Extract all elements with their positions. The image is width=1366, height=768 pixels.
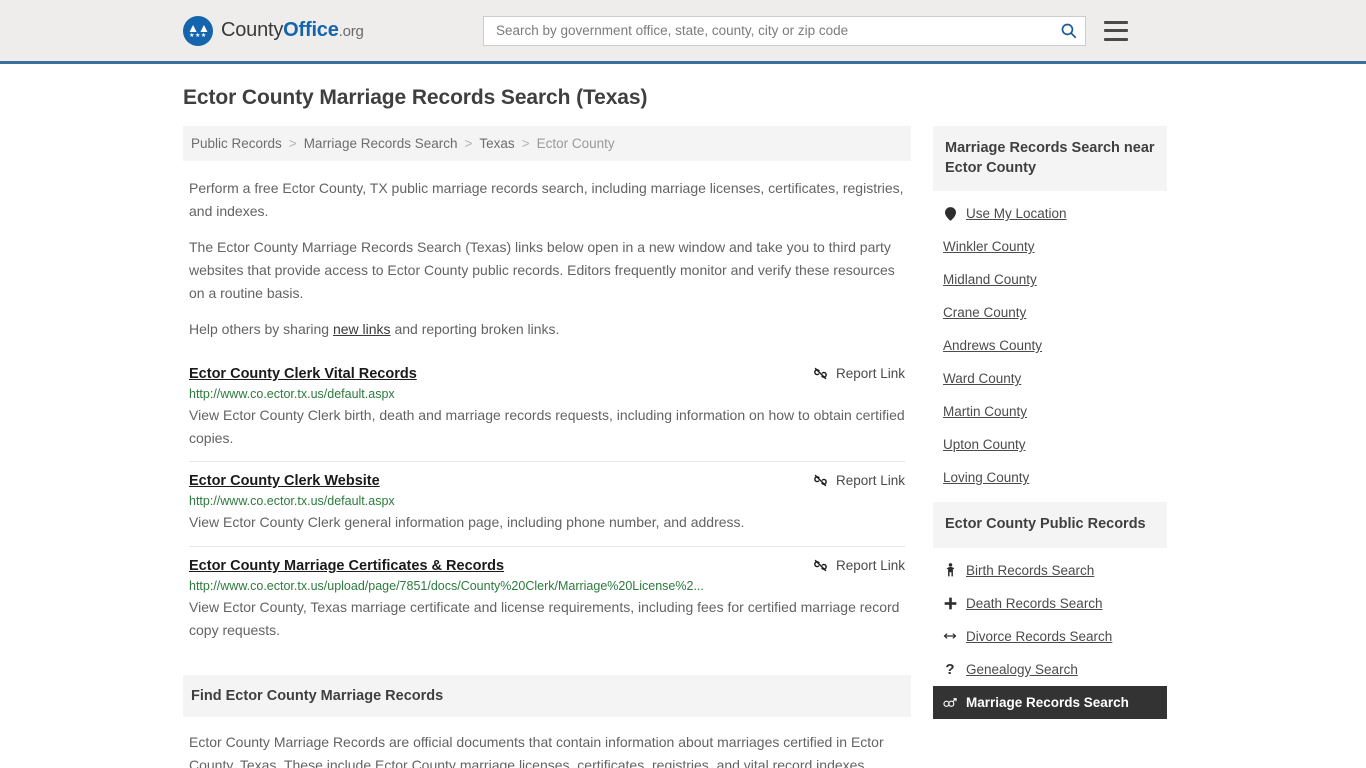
- sidebar-item-birth-records-search[interactable]: Birth Records Search: [933, 554, 1167, 587]
- sidebar-link-label[interactable]: Marriage Records Search: [966, 695, 1129, 710]
- brand-part-office: Office: [283, 19, 339, 41]
- breadcrumb-separator: >: [464, 136, 473, 151]
- sidebar-link-label[interactable]: Loving County: [943, 470, 1029, 485]
- sidebar-link-label[interactable]: Martin County: [943, 404, 1027, 419]
- share-text-after: and reporting broken links.: [390, 321, 560, 338]
- search-icon[interactable]: [1059, 22, 1077, 40]
- question-mark-icon: ?: [945, 660, 955, 678]
- site-header: ▲▲ ★★★ CountyOffice.org: [0, 0, 1366, 64]
- hamburger-bar: [1104, 20, 1128, 24]
- page-title: Ector County Marriage Records Search (Te…: [183, 86, 648, 109]
- main-content: Public Records > Marriage Records Search…: [183, 126, 911, 768]
- breadcrumb-item-ector-county: Ector County: [536, 136, 615, 151]
- report-link-label: Report Link: [835, 558, 905, 574]
- breadcrumb-item-public-records[interactable]: Public Records: [191, 136, 282, 151]
- listing-title-link[interactable]: Ector County Clerk Website: [189, 473, 380, 489]
- breadcrumb-item-marriage-records-search[interactable]: Marriage Records Search: [304, 136, 458, 151]
- broken-link-icon: [813, 366, 828, 381]
- page-container: Ector County Marriage Records Search (Te…: [183, 64, 1183, 768]
- sidebar-item-loving-county[interactable]: Loving County: [933, 461, 1167, 494]
- sidebar-link-label[interactable]: Birth Records Search: [966, 563, 1094, 578]
- listing-url: http://www.co.ector.tx.us/upload/page/78…: [189, 579, 704, 594]
- search-box[interactable]: [483, 15, 1086, 46]
- sidebar-item-use-my-location[interactable]: Use My Location: [933, 197, 1167, 230]
- report-link-button[interactable]: Report Link: [813, 558, 905, 573]
- new-links-link[interactable]: new links: [333, 321, 391, 337]
- sidebar-item-genealogy-search[interactable]: ? Genealogy Search: [933, 653, 1167, 686]
- sidebar-item-crane-county[interactable]: Crane County: [933, 296, 1167, 329]
- breadcrumb: Public Records > Marriage Records Search…: [183, 126, 911, 161]
- broken-link-icon: [813, 558, 828, 573]
- listing-title-link[interactable]: Ector County Clerk Vital Records: [189, 366, 417, 382]
- intro-text: Perform a free Ector County, TX public m…: [183, 177, 911, 341]
- find-records-heading: Find Ector County Marriage Records: [183, 675, 911, 718]
- listing-description: View Ector County, Texas marriage certif…: [189, 599, 900, 638]
- sidebar-link-label[interactable]: Andrews County: [943, 338, 1042, 353]
- sidebar: Marriage Records Search near Ector Count…: [933, 126, 1167, 727]
- breadcrumb-separator: >: [521, 136, 530, 151]
- breadcrumb-separator: >: [288, 136, 297, 151]
- report-link-button[interactable]: Report Link: [813, 366, 905, 381]
- sidebar-block-public-records: Ector County Public Records Birth Record…: [933, 502, 1167, 719]
- brand-part-county: County: [221, 19, 284, 41]
- sidebar-heading-nearby: Marriage Records Search near Ector Count…: [933, 126, 1167, 192]
- report-link-label: Report Link: [835, 366, 905, 382]
- sidebar-item-ward-county[interactable]: Ward County: [933, 362, 1167, 395]
- sidebar-item-death-records-search[interactable]: Death Records Search: [933, 587, 1167, 620]
- hamburger-menu-icon[interactable]: [1104, 20, 1128, 41]
- listing-item: Ector County Clerk Vital Records Report …: [189, 355, 905, 463]
- sidebar-item-divorce-records-search[interactable]: Divorce Records Search: [933, 620, 1167, 653]
- listing-description: View Ector County Clerk general informat…: [189, 514, 745, 531]
- listing-description: View Ector County Clerk birth, death and…: [189, 407, 905, 446]
- search-input[interactable]: [494, 22, 1059, 39]
- sidebar-item-upton-county[interactable]: Upton County: [933, 428, 1167, 461]
- arrows-split-icon: [943, 629, 957, 644]
- listings-container: Ector County Clerk Vital Records Report …: [183, 355, 911, 653]
- sidebar-link-label[interactable]: Midland County: [943, 272, 1037, 287]
- listing-url: http://www.co.ector.tx.us/default.aspx: [189, 494, 395, 509]
- sidebar-item-winkler-county[interactable]: Winkler County: [933, 230, 1167, 263]
- broken-link-icon: [813, 473, 828, 488]
- sidebar-link-label[interactable]: Genealogy Search: [966, 662, 1078, 677]
- listing-item: Ector County Clerk Website Report Link h…: [189, 462, 905, 548]
- find-records-body: Ector County Marriage Records are offici…: [189, 734, 884, 768]
- sidebar-link-label[interactable]: Death Records Search: [966, 596, 1103, 611]
- header-search-area: [483, 15, 1128, 46]
- sidebar-item-andrews-county[interactable]: Andrews County: [933, 329, 1167, 362]
- sidebar-item-marriage-records-search[interactable]: Marriage Records Search: [933, 685, 1167, 719]
- baby-icon: [943, 563, 957, 578]
- sidebar-link-label[interactable]: Divorce Records Search: [966, 629, 1112, 644]
- hamburger-bar: [1104, 37, 1128, 41]
- sidebar-heading-public-records: Ector County Public Records: [933, 502, 1167, 548]
- site-logo[interactable]: ▲▲ ★★★ CountyOffice.org: [183, 15, 364, 46]
- sidebar-link-label[interactable]: Upton County: [943, 437, 1026, 452]
- report-link-button[interactable]: Report Link: [813, 473, 905, 488]
- sidebar-link-label[interactable]: Ward County: [943, 371, 1021, 386]
- sidebar-link-label[interactable]: Crane County: [943, 305, 1026, 320]
- report-link-label: Report Link: [835, 473, 905, 489]
- sidebar-link-label[interactable]: Use My Location: [966, 206, 1067, 221]
- brand-part-org: .org: [338, 23, 364, 40]
- map-pin-icon: [943, 206, 957, 221]
- intro-paragraph-1: Perform a free Ector County, TX public m…: [189, 180, 904, 219]
- listing-url: http://www.co.ector.tx.us/default.aspx: [189, 387, 395, 402]
- breadcrumb-item-texas[interactable]: Texas: [479, 136, 514, 151]
- brand-wordmark: CountyOffice.org: [221, 19, 364, 42]
- sidebar-block-nearby: Marriage Records Search near Ector Count…: [933, 126, 1167, 494]
- find-records-section: Find Ector County Marriage Records Ector…: [183, 675, 911, 768]
- cross-icon: [943, 596, 957, 611]
- share-text-before: Help others by sharing: [189, 321, 333, 338]
- sidebar-item-martin-county[interactable]: Martin County: [933, 395, 1167, 428]
- intro-paragraph-3: Help others by sharing new links and rep…: [189, 318, 905, 341]
- eagle-seal-icon: ▲▲ ★★★: [183, 15, 213, 46]
- venus-mars-icon: [943, 695, 957, 710]
- hamburger-bar: [1104, 29, 1128, 32]
- listing-title-link[interactable]: Ector County Marriage Certificates & Rec…: [189, 558, 504, 574]
- intro-paragraph-2: The Ector County Marriage Records Search…: [189, 239, 895, 301]
- sidebar-link-label[interactable]: Winkler County: [943, 239, 1035, 254]
- sidebar-item-midland-county[interactable]: Midland County: [933, 263, 1167, 296]
- listing-item: Ector County Marriage Certificates & Rec…: [189, 547, 905, 653]
